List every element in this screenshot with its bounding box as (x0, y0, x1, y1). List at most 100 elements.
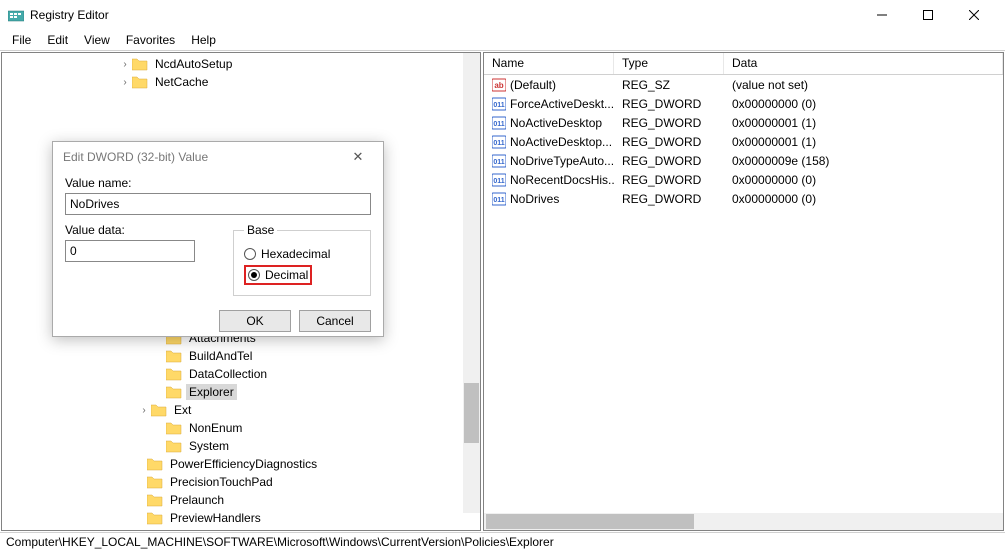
tree-item-label: Prelaunch (167, 492, 227, 508)
value-type: REG_SZ (614, 77, 724, 93)
value-type: REG_DWORD (614, 115, 724, 131)
col-header-name[interactable]: Name (484, 53, 614, 74)
window-title: Registry Editor (30, 8, 859, 22)
tree-item[interactable]: NonEnum (2, 419, 480, 437)
list-row[interactable]: NoDriveTypeAuto...REG_DWORD0x0000009e (1… (484, 151, 1003, 170)
value-data: 0x00000000 (0) (724, 172, 1003, 188)
menu-view[interactable]: View (76, 31, 118, 49)
list-row[interactable]: (Default) REG_SZ(value not set) (484, 75, 1003, 94)
content: ›NcdAutoSetup›NetCache⌄PoliciesActiveDes… (0, 50, 1005, 532)
tree-item[interactable]: BuildAndTel (2, 347, 480, 365)
dialog-titlebar[interactable]: Edit DWORD (32-bit) Value ✕ (53, 142, 383, 172)
list-row[interactable]: ForceActiveDeskt...REG_DWORD0x00000000 (… (484, 94, 1003, 113)
value-type: REG_DWORD (614, 134, 724, 150)
tree-item[interactable]: PropertySystem (2, 527, 480, 531)
tree-item[interactable]: ›NetCache (2, 73, 480, 91)
value-name: NoActiveDesktop... (510, 135, 612, 149)
tree-item[interactable]: › Ext (2, 401, 480, 419)
tree-item-label: PowerEfficiencyDiagnostics (167, 456, 320, 472)
cancel-button[interactable]: Cancel (299, 310, 371, 332)
list-row[interactable]: NoRecentDocsHis...REG_DWORD0x00000000 (0… (484, 170, 1003, 189)
value-type: REG_DWORD (614, 96, 724, 112)
value-name: NoDriveTypeAuto... (510, 154, 614, 168)
titlebar: Registry Editor (0, 0, 1005, 30)
tree-item[interactable]: PowerEfficiencyDiagnostics (2, 455, 480, 473)
edit-dword-dialog: Edit DWORD (32-bit) Value ✕ Value name: … (52, 141, 384, 337)
value-name-input[interactable] (65, 193, 371, 215)
dword-value-icon (492, 173, 506, 187)
folder-icon (147, 493, 163, 507)
radio-icon (248, 269, 260, 281)
list-header: Name Type Data (484, 53, 1003, 75)
value-list[interactable]: (Default)REG_SZ(value not set)ForceActiv… (484, 75, 1003, 208)
chevron-right-icon[interactable]: › (118, 77, 132, 88)
list-scrollbar-horizontal[interactable] (484, 513, 1003, 530)
value-name-label: Value name: (65, 176, 371, 190)
close-button[interactable] (951, 0, 997, 30)
value-name: NoDrives (510, 192, 559, 206)
tree-item[interactable]: PrecisionTouchPad (2, 473, 480, 491)
tree-item-label: NcdAutoSetup (152, 56, 235, 72)
tree-scrollbar-vertical[interactable] (463, 53, 480, 513)
minimize-icon (877, 10, 887, 20)
menu-file[interactable]: File (4, 31, 39, 49)
col-header-type[interactable]: Type (614, 53, 724, 74)
folder-icon (166, 349, 182, 363)
value-data: 0x00000001 (1) (724, 115, 1003, 131)
folder-icon (132, 57, 148, 71)
folder-icon (147, 457, 163, 471)
menubar: File Edit View Favorites Help (0, 30, 1005, 50)
dword-value-icon (492, 97, 506, 111)
value-data: (value not set) (724, 77, 1003, 93)
col-header-data[interactable]: Data (724, 53, 1003, 74)
radio-decimal[interactable]: Decimal (248, 268, 308, 282)
dialog-close-button[interactable]: ✕ (343, 149, 373, 165)
chevron-right-icon[interactable]: › (137, 405, 151, 416)
folder-icon (147, 511, 163, 525)
maximize-button[interactable] (905, 0, 951, 30)
hex-label: Hexadecimal (261, 247, 330, 261)
scrollbar-thumb[interactable] (464, 383, 479, 443)
tree-item-label: DataCollection (186, 366, 270, 382)
string-value-icon (492, 78, 506, 92)
tree-item[interactable]: › NcdAutoSetup (2, 55, 480, 73)
value-data-input[interactable] (65, 240, 195, 262)
menu-edit[interactable]: Edit (39, 31, 76, 49)
list-row[interactable]: NoDrives REG_DWORD0x00000000 (0) (484, 189, 1003, 208)
menu-favorites[interactable]: Favorites (118, 31, 183, 49)
value-type: REG_DWORD (614, 153, 724, 169)
tree-item-label: Ext (171, 402, 194, 418)
tree-item[interactable]: Prelaunch (2, 491, 480, 509)
maximize-icon (923, 10, 933, 20)
folder-icon (151, 403, 167, 417)
list-row[interactable]: NoActiveDesktop...REG_DWORD0x00000001 (1… (484, 132, 1003, 151)
tree-item-label: Explorer (186, 384, 237, 400)
value-data-label: Value data: (65, 223, 215, 237)
tree-item-label: PrecisionTouchPad (167, 474, 276, 490)
tree-item[interactable]: Explorer (2, 383, 480, 401)
minimize-button[interactable] (859, 0, 905, 30)
value-name: NoActiveDesktop (510, 116, 602, 130)
value-type: REG_DWORD (614, 172, 724, 188)
tree-item[interactable]: DataCollection (2, 365, 480, 383)
list-row[interactable]: NoActiveDesktop REG_DWORD0x00000001 (1) (484, 113, 1003, 132)
dec-label: Decimal (265, 268, 308, 282)
menu-help[interactable]: Help (183, 31, 224, 49)
value-name: ForceActiveDeskt... (510, 97, 614, 111)
value-data: 0x00000000 (0) (724, 191, 1003, 207)
dword-value-icon (492, 154, 506, 168)
value-name: (Default) (510, 78, 556, 92)
tree-item[interactable]: System (2, 437, 480, 455)
dword-value-icon (492, 116, 506, 130)
folder-icon (166, 367, 182, 381)
tree-item[interactable]: PreviewHandlers (2, 509, 480, 527)
tree-item-label: BuildAndTel (186, 348, 255, 364)
radio-hexadecimal[interactable]: Hexadecimal (244, 247, 360, 261)
chevron-right-icon[interactable]: › (118, 59, 132, 70)
tree-item-label: PreviewHandlers (167, 510, 264, 526)
close-icon (969, 10, 979, 20)
value-type: REG_DWORD (614, 191, 724, 207)
scrollbar-thumb[interactable] (486, 514, 694, 529)
tree-item-label: System (186, 438, 232, 454)
ok-button[interactable]: OK (219, 310, 291, 332)
